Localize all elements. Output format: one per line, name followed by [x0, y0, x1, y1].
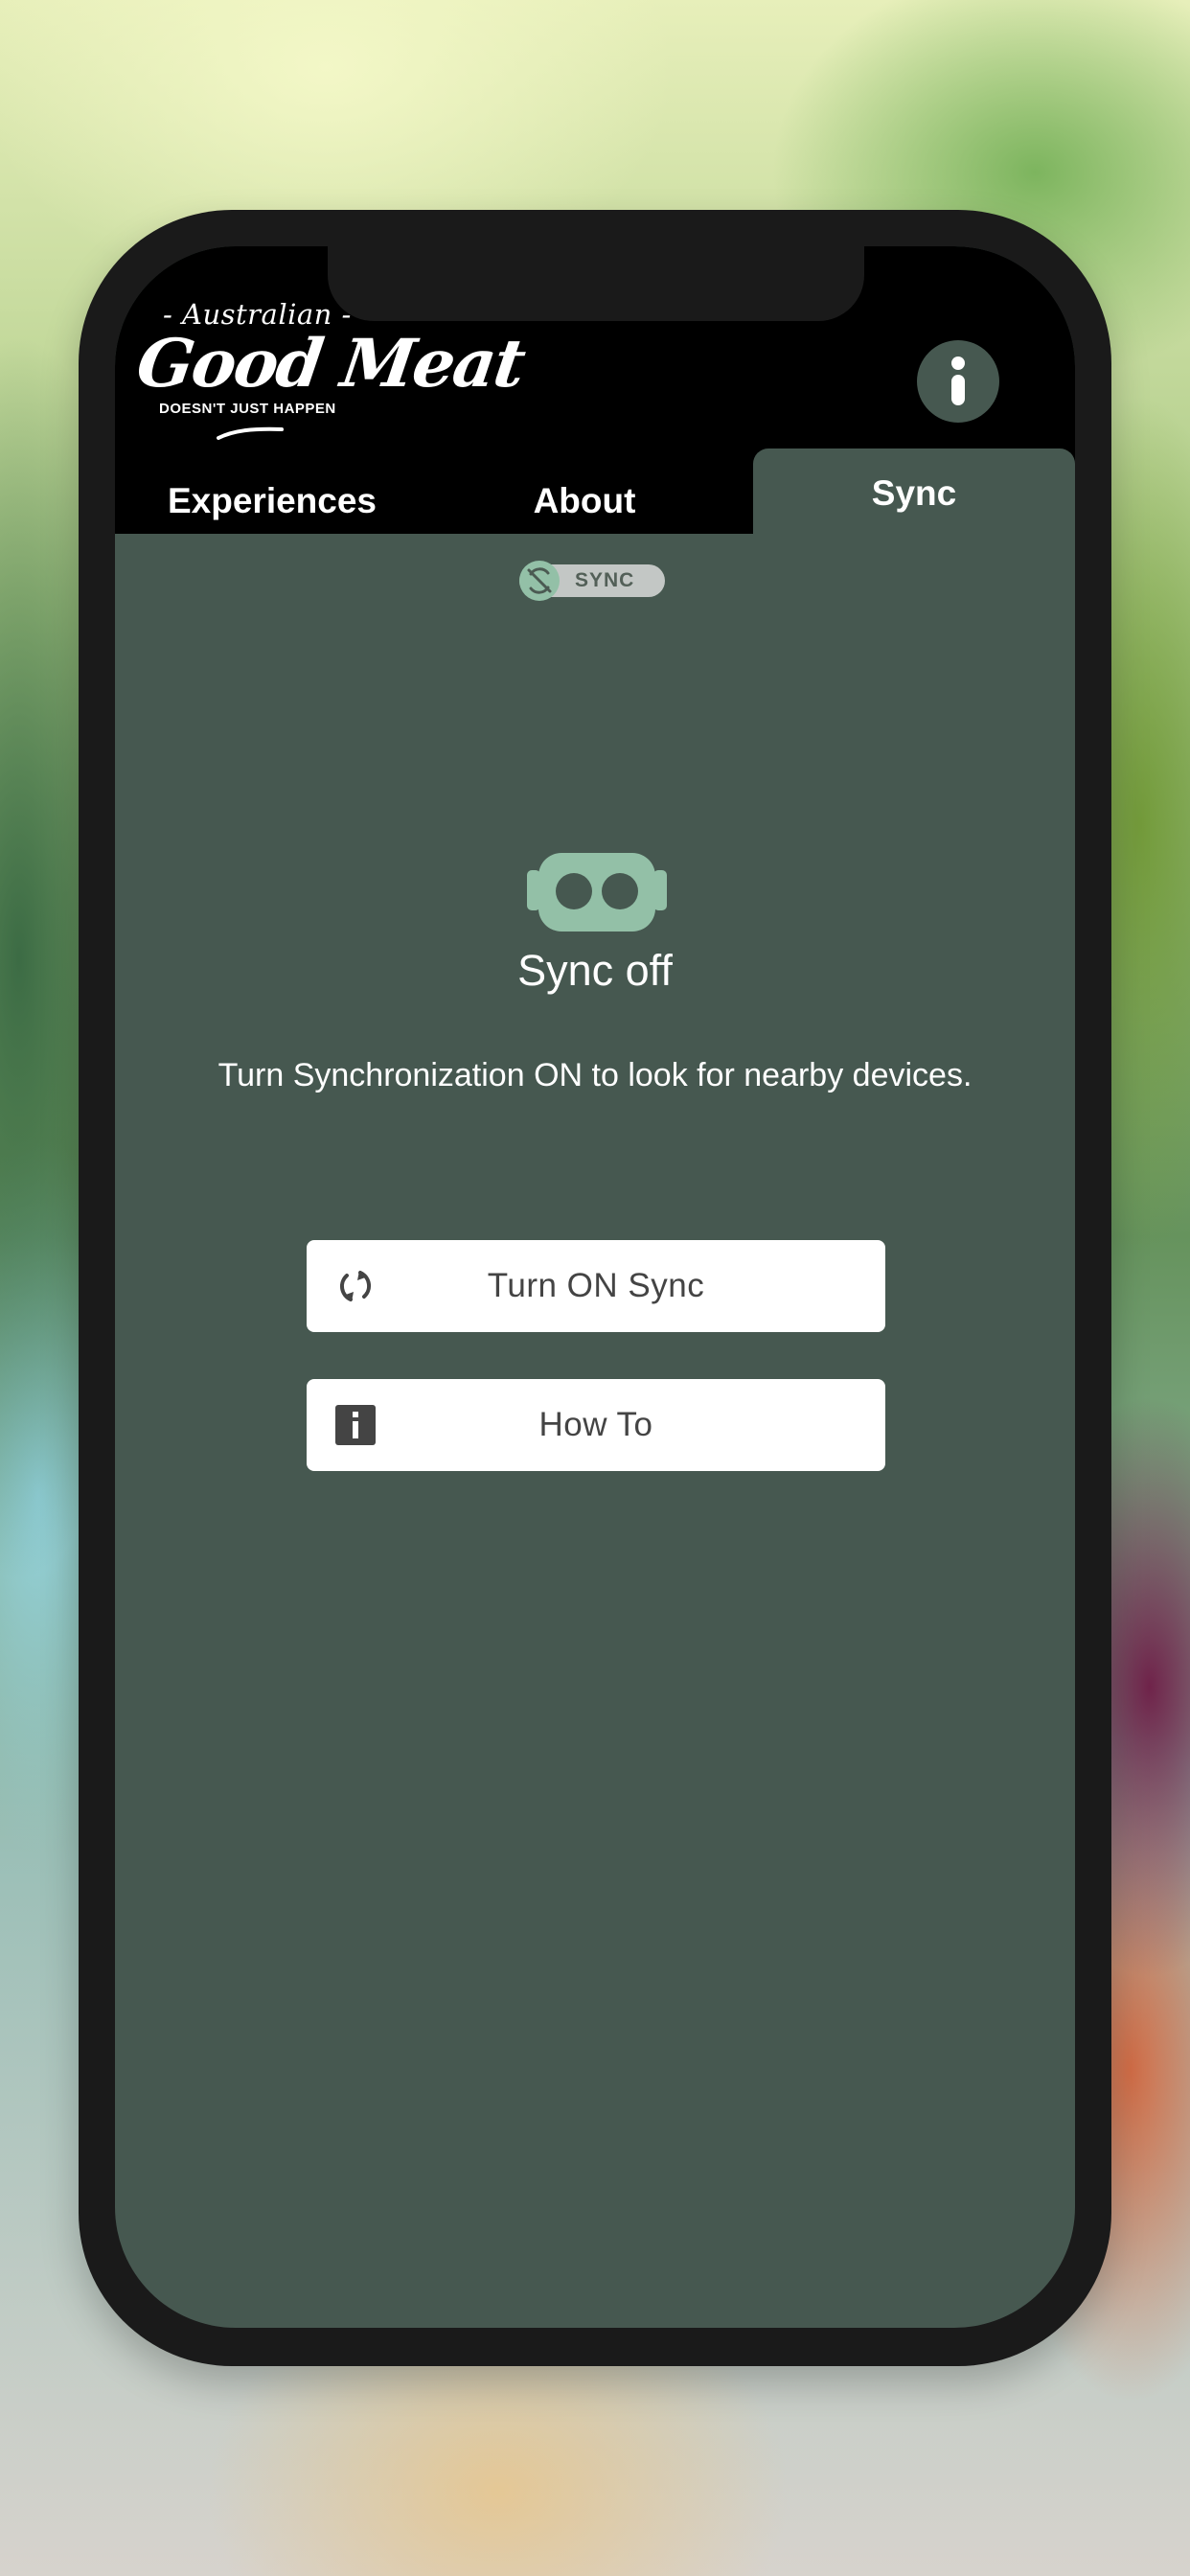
sync-toggle-knob: [519, 561, 560, 601]
brand-subtitle: DOESN'T JUST HAPPEN: [159, 401, 336, 417]
sync-toggle[interactable]: SYNC: [519, 561, 665, 601]
tab-experiences-label: Experiences: [167, 481, 378, 520]
sync-off-icon: [527, 567, 552, 594]
tab-about-label: About: [533, 481, 636, 520]
info-icon: [951, 356, 965, 405]
app-screen: - Australian - Good Meat DOESN'T JUST HA…: [115, 246, 1075, 2328]
info-button[interactable]: [917, 340, 999, 423]
turn-on-sync-button[interactable]: Turn ON Sync: [307, 1240, 885, 1332]
phone-frame: - Australian - Good Meat DOESN'T JUST HA…: [79, 210, 1111, 2366]
sync-status-description: Turn Synchronization ON to look for near…: [217, 1057, 973, 1093]
how-to-label: How To: [538, 1406, 653, 1443]
sync-status-title: Sync off: [517, 946, 673, 995]
turn-on-sync-label: Turn ON Sync: [487, 1267, 705, 1304]
brand-swoosh-icon: [217, 426, 284, 440]
vr-headset-icon: [527, 853, 667, 932]
phone-notch: [328, 246, 864, 321]
tab-sync[interactable]: Sync: [753, 448, 1075, 534]
how-to-button[interactable]: How To: [307, 1379, 885, 1471]
tab-sync-label: Sync: [871, 472, 957, 513]
sync-toggle-label: SYNC: [575, 569, 635, 591]
tab-experiences[interactable]: Experiences: [132, 469, 412, 534]
brand-logo: - Australian - Good Meat DOESN'T JUST HA…: [132, 298, 528, 461]
brand-main-text: Good Meat: [132, 325, 529, 402]
tab-about[interactable]: About: [498, 469, 671, 534]
